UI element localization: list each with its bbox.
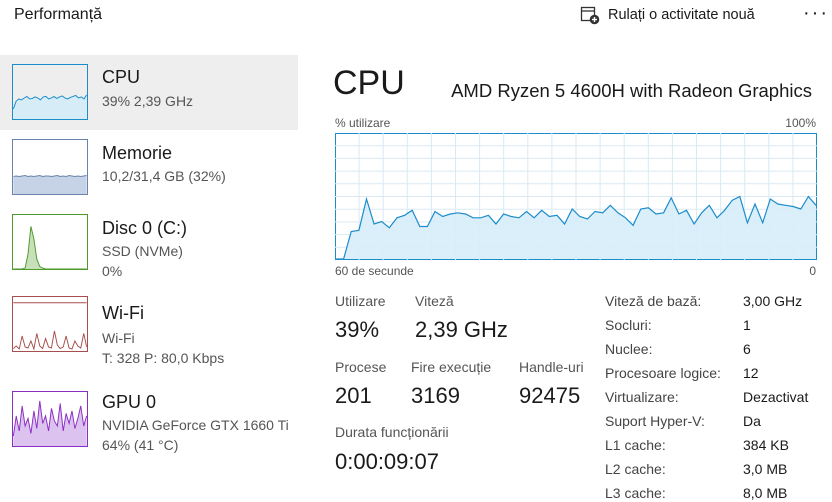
wifi-thumbnail-graph [12,296,88,352]
sidebar-item-disk[interactable]: Disc 0 (C:) SSD (NVMe) 0% [0,205,298,280]
sidebar-item-detail: SSD (NVMe) [102,243,183,259]
graph-y-label: % utilizare [335,116,391,130]
graph-x-right-label: 0 [809,264,816,278]
sidebar-item-detail: T: 328 P: 80,0 Kbps [102,350,225,366]
page-title: Performanță [14,6,103,23]
spec-key: L3 cache: [605,485,666,501]
uptime-label: Durata funcționării [335,424,449,440]
graph-y-max-label: 100% [785,116,816,130]
sidebar-item-detail: 39% 2,39 GHz [102,93,194,109]
sidebar-item-label: Disc 0 (C:) [102,218,187,238]
cpu-title: CPU [333,64,405,102]
graph-x-left-label: 60 de secunde [335,264,414,278]
handles-label: Handle-uri [519,359,584,375]
header-bar: Performanță Rulați o activitate nouă ··· [0,0,832,42]
sidebar-item-memory[interactable]: Memorie 10,2/31,4 GB (32%) [0,130,298,205]
disk-thumb-line [13,226,87,269]
spec-value: 3,00 GHz [743,293,803,309]
disk-thumb-area [13,226,87,269]
memory-thumb-area [13,175,87,194]
sidebar-item-detail: 0% [102,263,123,279]
spec-value: 6 [743,341,751,357]
utilization-label: Utilizare [335,293,386,309]
uptime-value: 0:00:09:07 [335,449,439,474]
speed-label: Viteză [415,293,454,309]
spec-key: Nuclee: [605,341,653,357]
disk-thumbnail-graph [12,214,88,270]
sidebar-item-detail: Wi-Fi [102,330,135,346]
handles-value: 92475 [519,383,581,408]
more-options-button[interactable]: ··· [803,3,829,23]
spec-key: L2 cache: [605,461,666,477]
sidebar-item-detail: 10,2/31,4 GB (32%) [102,168,226,184]
sidebar-item-detail: 64% (41 °C) [102,437,179,453]
sidebar-item-label: Memorie [102,143,173,163]
sidebar-item-wifi[interactable]: Wi-Fi Wi-Fi T: 328 P: 80,0 Kbps [0,287,298,366]
sidebar-item-cpu[interactable]: CPU 39% 2,39 GHz [0,55,298,130]
spec-value: 8,0 MB [743,485,788,501]
processes-value: 201 [335,383,372,408]
speed-value: 2,39 GHz [415,317,508,342]
sidebar-item-gpu[interactable]: GPU 0 NVIDIA GeForce GTX 1660 Ti 64% (41… [0,382,298,457]
spec-key: Virtualizare: [605,389,679,405]
processes-label: Procese [335,359,387,375]
sidebar-item-detail: NVIDIA GeForce GTX 1660 Ti [102,417,289,433]
gpu-thumbnail-graph [12,391,88,447]
spec-value: Dezactivat [743,389,809,405]
sidebar-item-label: GPU 0 [102,392,157,412]
utilization-value: 39% [335,317,380,342]
spec-key: Viteză de bază: [605,293,702,309]
spec-key: Socluri: [605,317,652,333]
threads-value: 3169 [411,383,460,408]
spec-key: Suport Hyper-V: [605,413,705,429]
threads-label: Fire execuție [411,359,492,375]
run-new-task-button[interactable]: Rulați o activitate nouă [580,4,755,26]
spec-value: 12 [743,365,759,381]
spec-value: 1 [743,317,751,333]
sidebar-item-label: Wi-Fi [102,303,144,323]
wifi-thumb-line [13,330,87,351]
spec-key: L1 cache: [605,437,666,453]
spec-value: 3,0 MB [743,461,788,477]
cpu-model-name: AMD Ryzen 5 4600H with Radeon Graphics [451,80,812,101]
cpu-thumbnail-graph [12,64,88,120]
sidebar-item-label: CPU [102,67,141,87]
new-task-icon [580,6,600,25]
spec-key: Procesoare logice: [605,365,721,381]
run-new-task-label: Rulați o activitate nouă [608,7,755,23]
cpu-usage-graph [335,133,817,260]
spec-value: 384 KB [743,437,789,453]
memory-thumbnail-graph [12,139,88,195]
spec-value: Da [743,413,761,429]
